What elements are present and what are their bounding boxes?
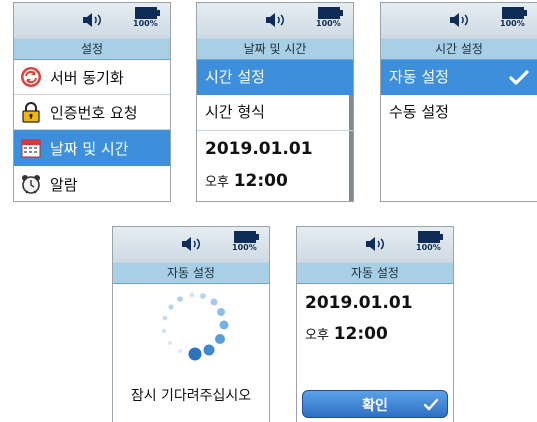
battery-icon: 100% (133, 7, 161, 31)
time-value: 12:00 (233, 171, 288, 191)
confirm-button[interactable]: 확인 (302, 390, 448, 418)
status-bar: 100% (297, 227, 453, 262)
menu-item-time-setting[interactable]: 시간 설정 (197, 60, 353, 95)
menu-item-time-format[interactable]: 시간 형식 (197, 95, 353, 129)
time-setting-screen: 100% 시간 설정 자동 설정 수동 설정 (380, 2, 537, 202)
battery-icon: 100% (416, 231, 444, 255)
menu-item-server-sync[interactable]: 서버 동기화 (14, 60, 170, 94)
status-bar: 100% (381, 3, 537, 38)
status-bar: 100% (14, 3, 170, 38)
menu-item-label: 시간 설정 (205, 68, 265, 86)
menu-item-manual-setting[interactable]: 수동 설정 (381, 95, 537, 129)
calendar-icon (21, 139, 41, 158)
auto-setting-result-screen: 100% 자동 설정 2019.01.01 오후 12:00 확인 (296, 226, 454, 422)
battery-icon: 100% (500, 7, 528, 31)
menu-item-label: 시간 형식 (205, 103, 265, 121)
battery-percent: 100% (500, 19, 525, 28)
speaker-icon (450, 13, 468, 27)
battery-percent: 100% (232, 243, 257, 252)
menu-item-auto-setting[interactable]: 자동 설정 (381, 60, 537, 95)
current-date: 2019.01.01 (305, 293, 413, 313)
loading-spinner-icon (161, 292, 229, 361)
menu-item-label: 서버 동기화 (50, 69, 124, 87)
am-pm-label: 오후 (305, 328, 329, 343)
status-bar: 100% (197, 3, 353, 38)
speaker-icon (83, 13, 101, 27)
menu-item-label: 날짜 및 시간 (50, 140, 129, 158)
divider (197, 130, 353, 131)
am-pm-label: 오후 (205, 175, 229, 190)
check-icon (509, 70, 529, 85)
menu-item-alarm[interactable]: 알람 (14, 166, 170, 201)
menu-item-label: 인증번호 요청 (50, 104, 138, 122)
menu-item-auth-code[interactable]: 인증번호 요청 (14, 95, 170, 129)
lock-icon (22, 102, 40, 123)
menu-item-label: 알람 (50, 176, 78, 194)
screen-title: 날짜 및 시간 (197, 38, 353, 60)
speaker-icon (182, 237, 200, 251)
menu-item-date-time[interactable]: 날짜 및 시간 (14, 130, 170, 166)
time-value: 12:00 (333, 324, 388, 344)
current-time: 오후 12:00 (297, 324, 453, 344)
alarm-clock-icon (22, 175, 40, 194)
status-bar: 100% (113, 227, 269, 262)
menu-item-label: 자동 설정 (389, 68, 449, 86)
battery-percent: 100% (316, 19, 341, 28)
current-time: 오후 12:00 (197, 171, 353, 191)
battery-icon: 100% (316, 7, 344, 31)
menu-item-label: 수동 설정 (389, 103, 449, 121)
sync-icon (21, 67, 41, 87)
check-icon (423, 398, 439, 411)
battery-percent: 100% (133, 19, 158, 28)
please-wait-message: 잠시 기다려주십시오 (130, 388, 252, 404)
battery-percent: 100% (416, 243, 441, 252)
speaker-icon (366, 237, 384, 251)
screen-title: 자동 설정 (297, 262, 453, 284)
current-date: 2019.01.01 (205, 139, 313, 159)
screen-title: 설정 (14, 38, 170, 60)
battery-icon: 100% (232, 231, 260, 255)
settings-screen: 100% 설정 서버 동기화 인증번호 요청 날짜 및 시간 알람 (13, 2, 171, 202)
screen-title: 시간 설정 (381, 38, 537, 60)
speaker-icon (266, 13, 284, 27)
date-time-screen: 100% 날짜 및 시간 시간 설정 시간 형식 2019.01.01 오후 1… (196, 2, 354, 202)
auto-setting-loading-screen: 100% 자동 설정 잠시 기다려주십시오 (112, 226, 270, 422)
screen-title: 자동 설정 (113, 262, 269, 284)
